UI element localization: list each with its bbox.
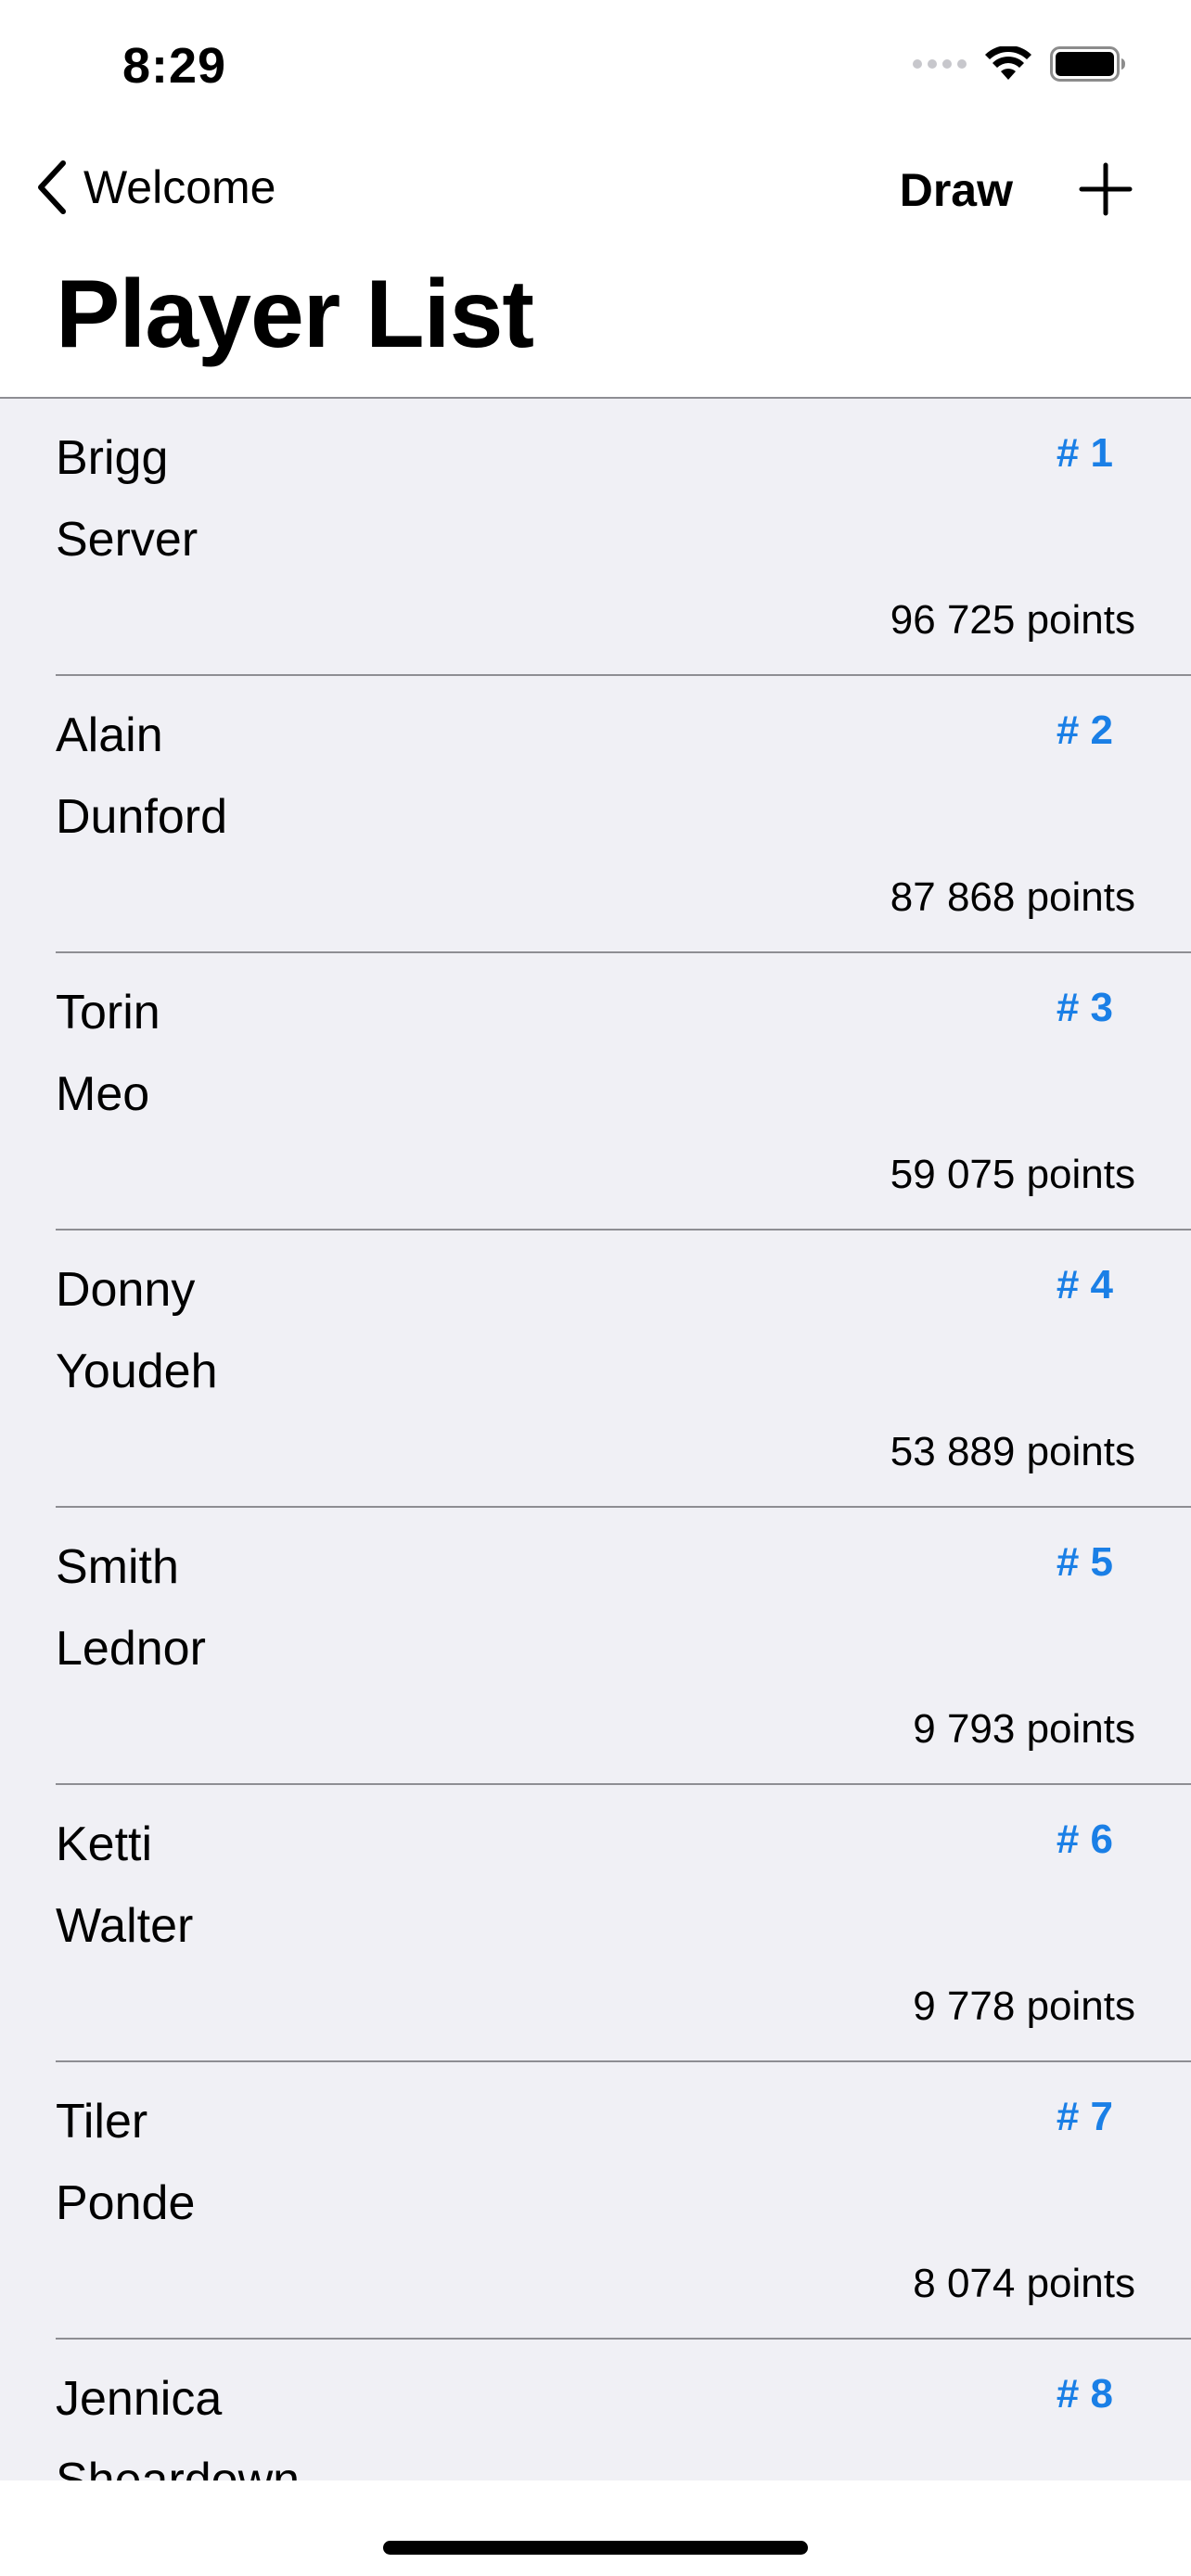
player-points: 53 889 points [890,1429,1135,1474]
navigation-bar: Welcome Draw [0,139,1191,250]
player-rank: # 3 [1056,985,1113,1030]
player-rank: # 4 [1056,1262,1113,1307]
back-button-label: Welcome [83,161,276,213]
add-button[interactable] [1078,161,1133,222]
player-last-name: Dunford [56,790,227,844]
player-first-name: Torin [56,986,160,1039]
plus-icon [1079,162,1133,216]
player-first-name: Smith [56,1540,179,1594]
wifi-icon [985,46,1031,80]
home-indicator-area [0,2480,1191,2576]
status-icons [913,46,1126,82]
status-time: 8:29 [122,38,227,94]
player-rank: # 5 [1056,1539,1113,1585]
player-last-name: Sheardown [56,2454,301,2480]
player-row[interactable]: Alain Dunford # 2 87 868 points [56,676,1191,953]
cellular-signal-icon [913,59,967,69]
player-first-name: Donny [56,1263,196,1317]
player-first-name: Ketti [56,1817,153,1871]
player-row[interactable]: Donny Youdeh # 4 53 889 points [56,1231,1191,1508]
back-button[interactable]: Welcome [33,159,275,215]
player-row[interactable]: Tiler Ponde # 7 8 074 points [56,2062,1191,2340]
player-last-name: Walter [56,1899,194,1953]
home-indicator[interactable] [383,2541,808,2555]
player-row[interactable]: Torin Meo # 3 59 075 points [56,953,1191,1231]
player-last-name: Ponde [56,2176,196,2230]
draw-button[interactable]: Draw [900,163,1013,217]
player-points: 59 075 points [890,1152,1135,1197]
player-row[interactable]: Smith Lednor # 5 9 793 points [56,1508,1191,1785]
status-bar: 8:29 [0,0,1191,139]
player-last-name: Server [56,513,198,567]
player-first-name: Brigg [56,431,169,485]
player-list-screen: 8:29 Welcome Draw Player List Brigg Serv… [0,0,1191,2576]
player-first-name: Tiler [56,2095,148,2149]
player-points: 96 725 points [890,597,1135,643]
player-points: 9 778 points [913,1983,1135,2029]
player-rank: # 2 [1056,708,1113,753]
chevron-left-icon [38,160,66,214]
player-rank: # 1 [1056,430,1113,476]
player-points: 87 868 points [890,874,1135,920]
battery-icon [1050,46,1125,82]
player-last-name: Lednor [56,1622,206,1676]
player-row[interactable]: Jennica Sheardown # 8 [56,2340,1191,2480]
player-first-name: Jennica [56,2372,223,2426]
player-row[interactable]: Ketti Walter # 6 9 778 points [56,1785,1191,2062]
player-points: 8 074 points [913,2261,1135,2306]
player-rank: # 8 [1056,2371,1113,2417]
player-last-name: Meo [56,1067,150,1121]
player-list[interactable]: Brigg Server # 1 96 725 points Alain Dun… [0,399,1191,2480]
player-row[interactable]: Brigg Server # 1 96 725 points [56,399,1191,676]
player-first-name: Alain [56,708,163,762]
page-title: Player List [56,261,534,368]
player-rank: # 7 [1056,2094,1113,2139]
player-rank: # 6 [1056,1817,1113,1862]
player-last-name: Youdeh [56,1345,218,1398]
player-points: 9 793 points [913,1706,1135,1752]
